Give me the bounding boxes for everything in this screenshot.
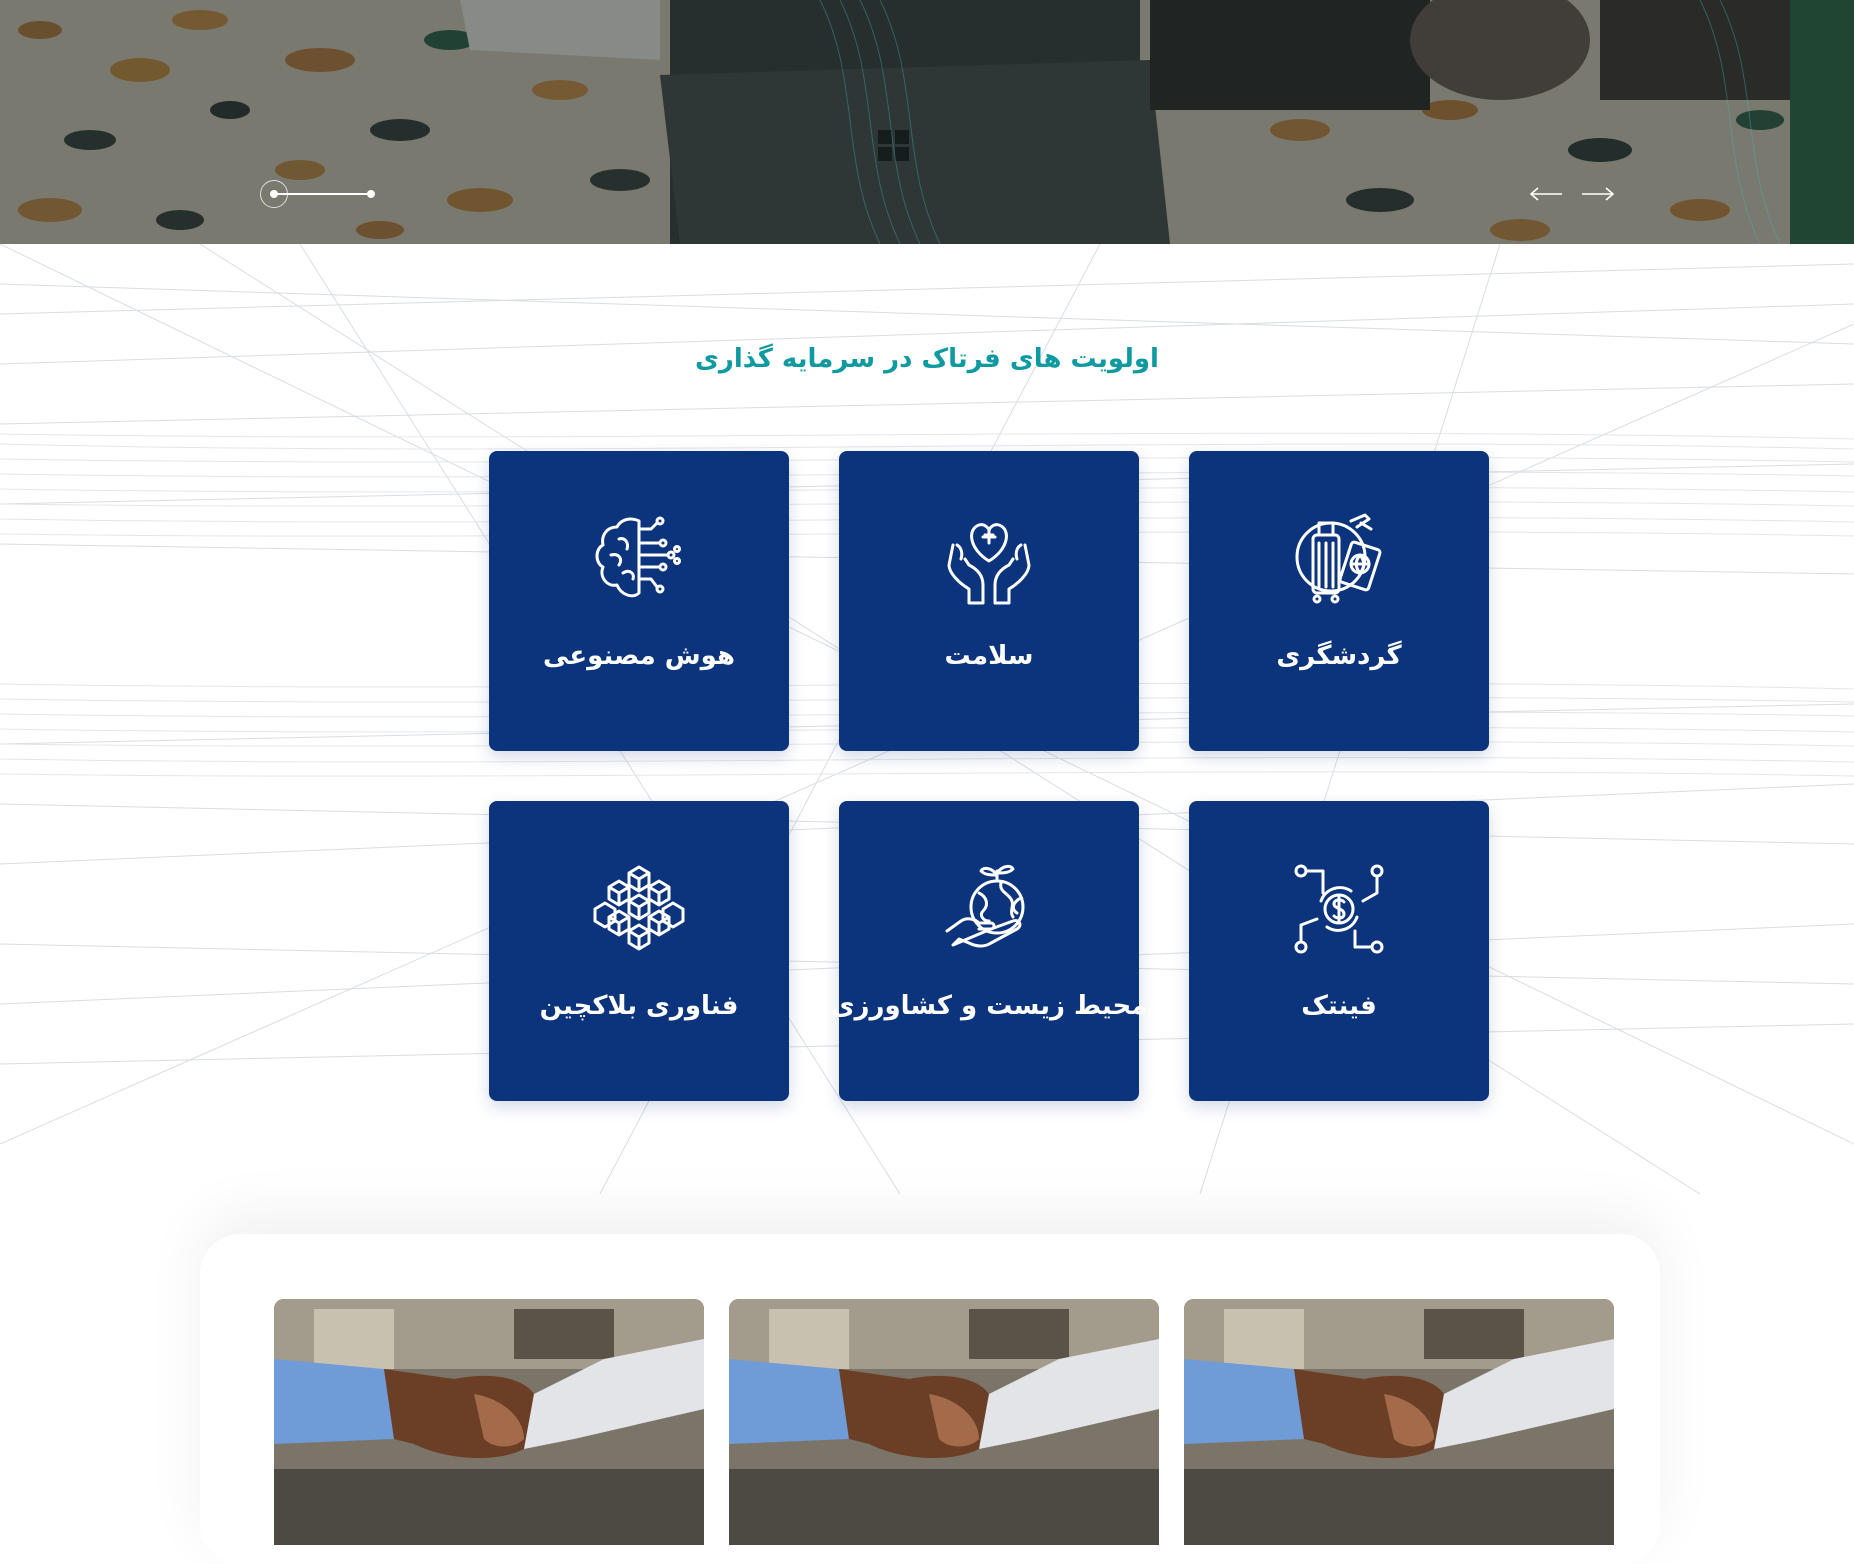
health-hands-heart-icon xyxy=(947,523,1031,605)
priorities-card-grid: هوش مصنوعی سلامت گردشگری فناوری بلاکچین … xyxy=(489,451,1491,1103)
ai-brain-circuit-icon xyxy=(595,516,681,598)
handshake-photo xyxy=(1184,1299,1614,1545)
priority-card-label: محیط زیست و کشاورزی xyxy=(830,991,1148,1021)
arrow-left-icon xyxy=(1529,187,1562,201)
slider-progress-indicator[interactable] xyxy=(260,180,380,210)
priority-card-ai[interactable]: هوش مصنوعی xyxy=(489,451,789,751)
slider-progress-line xyxy=(274,193,370,195)
news-card-image-1[interactable] xyxy=(274,1299,704,1545)
arrow-right-icon xyxy=(1582,187,1615,201)
news-card-image-3[interactable] xyxy=(1184,1299,1614,1545)
slider-next-button[interactable] xyxy=(1578,176,1618,212)
priority-card-tourism[interactable]: گردشگری xyxy=(1189,451,1489,751)
priority-card-label: فناوری بلاکچین xyxy=(539,991,739,1021)
slider-next-dot xyxy=(367,190,375,198)
priority-card-environment[interactable]: محیط زیست و کشاورزی xyxy=(831,801,1147,1101)
fintech-dollar-network-icon xyxy=(1294,864,1384,954)
handshake-photo xyxy=(274,1299,704,1545)
priorities-section: اولویت های فرتاک در سرمایه گذاری هوش مصن… xyxy=(0,244,1854,1194)
news-card-image-2[interactable] xyxy=(729,1299,1159,1545)
priority-card-label: فینتک xyxy=(1301,991,1377,1021)
priority-card-fintech[interactable]: فینتک xyxy=(1189,801,1489,1101)
priority-card-label: سلامت xyxy=(944,641,1034,671)
blockchain-cubes-icon xyxy=(593,865,685,951)
priority-card-label: هوش مصنوعی xyxy=(543,641,735,671)
priority-card-label: گردشگری xyxy=(1276,641,1402,671)
hero-slider xyxy=(0,0,1854,244)
priority-card-health[interactable]: سلامت xyxy=(839,451,1139,751)
environment-globe-hand-icon xyxy=(945,864,1025,948)
slider-prev-button[interactable] xyxy=(1526,176,1566,212)
handshake-photo xyxy=(729,1299,1159,1545)
news-cards-section xyxy=(0,1194,1854,1545)
tourism-luggage-icon xyxy=(1295,513,1382,604)
priority-card-blockchain[interactable]: فناوری بلاکچین xyxy=(489,801,789,1101)
section-title: اولویت های فرتاک در سرمایه گذاری xyxy=(695,344,1159,374)
